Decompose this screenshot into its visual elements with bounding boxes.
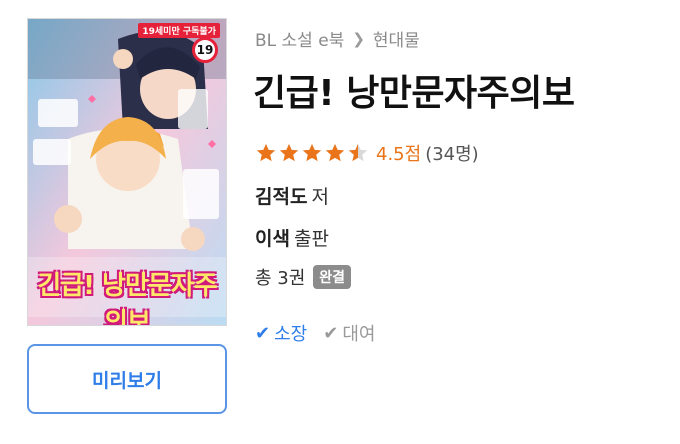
volume-info: 총 3권 완결: [255, 264, 352, 290]
check-icon: ✔: [323, 322, 339, 344]
book-cover[interactable]: 19세미만 구독불가 19 긴급! 낭만문자주의보: [27, 18, 227, 326]
age-19-badge: 19: [192, 37, 218, 63]
star-full-icon: [256, 143, 276, 162]
star-half-icon: [348, 143, 368, 162]
rating-count: (34명): [425, 144, 479, 165]
cover-title-art: 긴급! 낭만문자주의보: [37, 271, 217, 326]
author-line: 김적도 저: [255, 182, 329, 209]
age-restriction-banner: 19세미만 구독불가: [138, 23, 220, 38]
publisher-suffix: 출판: [293, 228, 329, 250]
check-icon: ✔: [255, 322, 271, 344]
breadcrumb-subcategory[interactable]: 현대물: [373, 26, 420, 51]
publisher-line: 이색 출판: [255, 224, 329, 251]
author-suffix: 저: [311, 186, 329, 208]
book-title: 긴급! 낭만문자주의보: [253, 73, 575, 114]
breadcrumb: BL 소설 e북 ❯ 현대물: [255, 26, 420, 52]
star-full-icon: [325, 143, 345, 162]
completed-badge: 완결: [313, 265, 352, 289]
volume-count: 총 3권: [255, 268, 306, 289]
rent-option[interactable]: ✔ 대여: [323, 320, 375, 346]
breadcrumb-category[interactable]: BL 소설 e북: [255, 26, 344, 51]
publisher-name[interactable]: 이색: [255, 228, 290, 250]
purchase-options: ✔ 소장 ✔ 대여: [255, 320, 391, 346]
own-option[interactable]: ✔ 소장: [255, 320, 307, 346]
star-rating: [255, 142, 370, 164]
own-option-label: 소장: [274, 324, 308, 345]
rating-score: 4.5점: [376, 144, 422, 165]
author-name[interactable]: 김적도: [255, 186, 307, 208]
rent-option-label: 대여: [342, 324, 376, 345]
rating-row: 4.5점 (34명): [255, 140, 479, 166]
chevron-right-icon: ❯: [352, 29, 365, 48]
preview-button[interactable]: 미리보기: [27, 344, 227, 414]
star-full-icon: [279, 143, 299, 162]
star-full-icon: [302, 143, 322, 162]
